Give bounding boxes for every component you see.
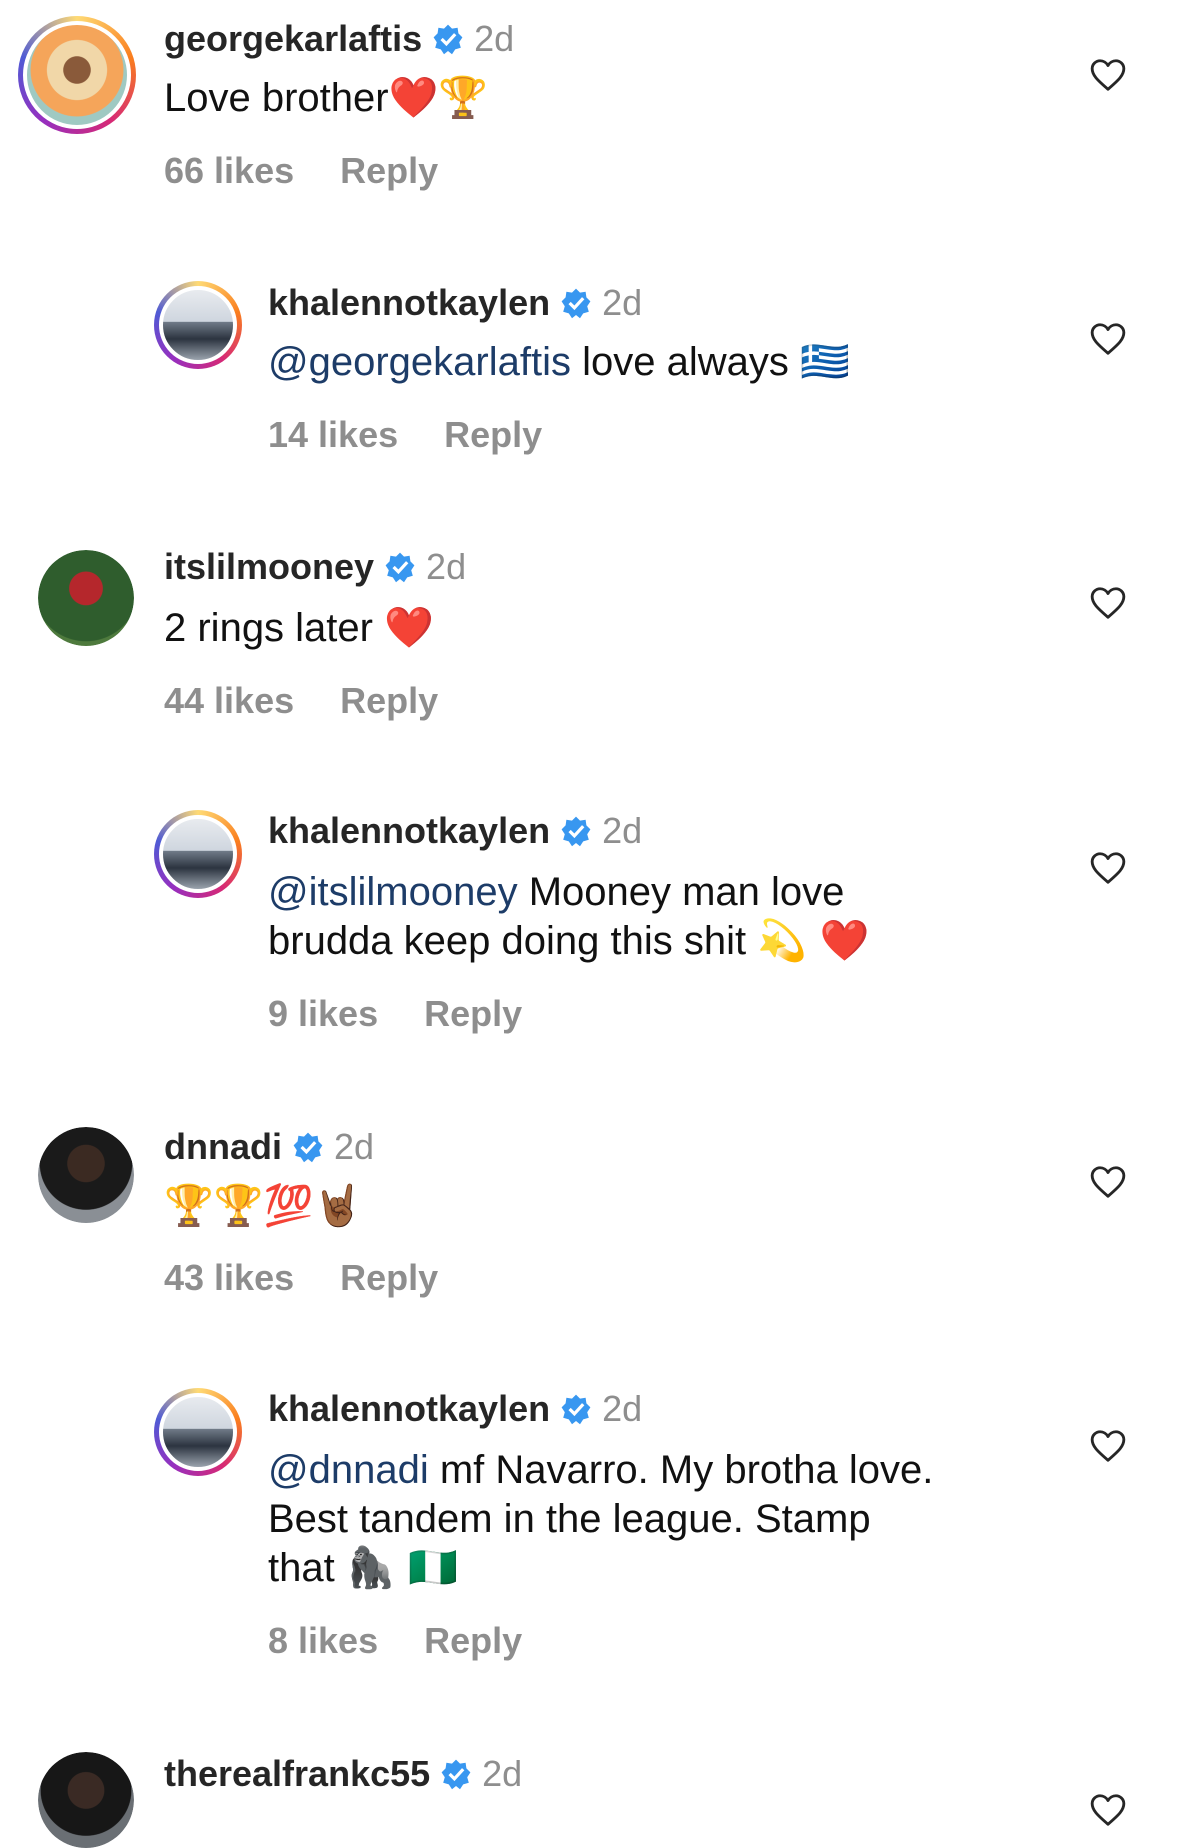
timestamp: 2d <box>602 282 643 323</box>
comment-body: Love brother <box>164 76 389 120</box>
username[interactable]: khalennotkaylen <box>268 810 550 852</box>
timestamp: 2d <box>426 546 467 587</box>
reply-button[interactable]: Reply <box>424 993 522 1035</box>
comment-text: @dnnadi mf Navarro. My brotha love. Best… <box>268 1446 933 1593</box>
verified-badge-icon <box>293 1132 323 1163</box>
username[interactable]: khalennotkaylen <box>268 1388 550 1430</box>
heart-outline-icon[interactable] <box>1089 321 1127 357</box>
heart-outline-icon[interactable] <box>1089 585 1127 621</box>
reply-button[interactable]: Reply <box>340 150 438 192</box>
timestamp: 2d <box>333 1126 375 1167</box>
comment-text: 2 rings later ❤️ <box>164 604 434 653</box>
likes-count[interactable]: 9 likes <box>268 993 378 1035</box>
comment-text: 🏆🏆💯🤘🏾 <box>164 1182 363 1231</box>
heart-outline-icon[interactable] <box>1089 1164 1127 1200</box>
avatar[interactable] <box>38 550 134 646</box>
likes-count[interactable]: 43 likes <box>164 1257 294 1299</box>
reply-button[interactable]: Reply <box>340 1257 438 1299</box>
verified-badge-icon <box>561 288 591 319</box>
timestamp: 2d <box>602 810 643 851</box>
avatar[interactable] <box>18 16 136 134</box>
likes-count[interactable]: 8 likes <box>268 1620 378 1662</box>
reply-button[interactable]: Reply <box>340 680 438 722</box>
timestamp: 2d <box>482 1753 523 1794</box>
username[interactable]: khalennotkaylen <box>268 282 550 324</box>
heart-outline-icon[interactable] <box>1089 1792 1127 1828</box>
reply-button[interactable]: Reply <box>444 414 542 456</box>
verified-badge-icon <box>561 1394 591 1425</box>
comment-body: love always <box>570 340 800 384</box>
verified-badge-icon <box>385 552 415 583</box>
mention-link[interactable]: @georgekarlaftis <box>268 340 571 384</box>
avatar[interactable] <box>154 281 242 369</box>
verified-badge-icon <box>433 24 463 55</box>
avatar[interactable] <box>154 1388 242 1476</box>
likes-count[interactable]: 14 likes <box>268 414 398 456</box>
username[interactable]: dnnadi <box>164 1126 282 1168</box>
likes-count[interactable]: 66 likes <box>164 150 294 192</box>
comment-text: @georgekarlaftis love always 🇬🇷 <box>268 338 850 387</box>
comment-text: Love brother❤️🏆 <box>164 74 488 123</box>
username[interactable]: therealfrankc55 <box>164 1753 430 1795</box>
likes-count[interactable]: 44 likes <box>164 680 294 722</box>
username[interactable]: itslilmooney <box>164 546 374 588</box>
avatar[interactable] <box>38 1752 134 1848</box>
avatar[interactable] <box>38 1127 134 1223</box>
username[interactable]: georgekarlaftis <box>164 18 422 60</box>
timestamp: 2d <box>602 1388 643 1429</box>
emoji: 🇬🇷 <box>799 339 850 385</box>
heart-outline-icon[interactable] <box>1089 850 1127 886</box>
emoji: ❤️ <box>384 605 434 651</box>
emoji: 🦍 🇳🇬 <box>345 1545 459 1591</box>
verified-badge-icon <box>561 816 591 847</box>
timestamp: 2d <box>474 18 515 59</box>
heart-outline-icon[interactable] <box>1089 57 1127 93</box>
verified-badge-icon <box>441 1759 471 1790</box>
mention-link[interactable]: @itslilmooney <box>268 870 518 914</box>
emoji: 🏆🏆💯🤘🏾 <box>164 1183 364 1229</box>
emoji: ❤️🏆 <box>388 75 489 121</box>
comment-text: @itslilmooney Mooney man love brudda kee… <box>268 868 870 966</box>
reply-button[interactable]: Reply <box>424 1620 522 1662</box>
avatar[interactable] <box>154 810 242 898</box>
heart-outline-icon[interactable] <box>1089 1428 1127 1464</box>
comment-body: 2 rings later <box>164 606 385 650</box>
emoji: 💫 ❤️ <box>757 918 870 964</box>
mention-link[interactable]: @dnnadi <box>268 1448 429 1492</box>
